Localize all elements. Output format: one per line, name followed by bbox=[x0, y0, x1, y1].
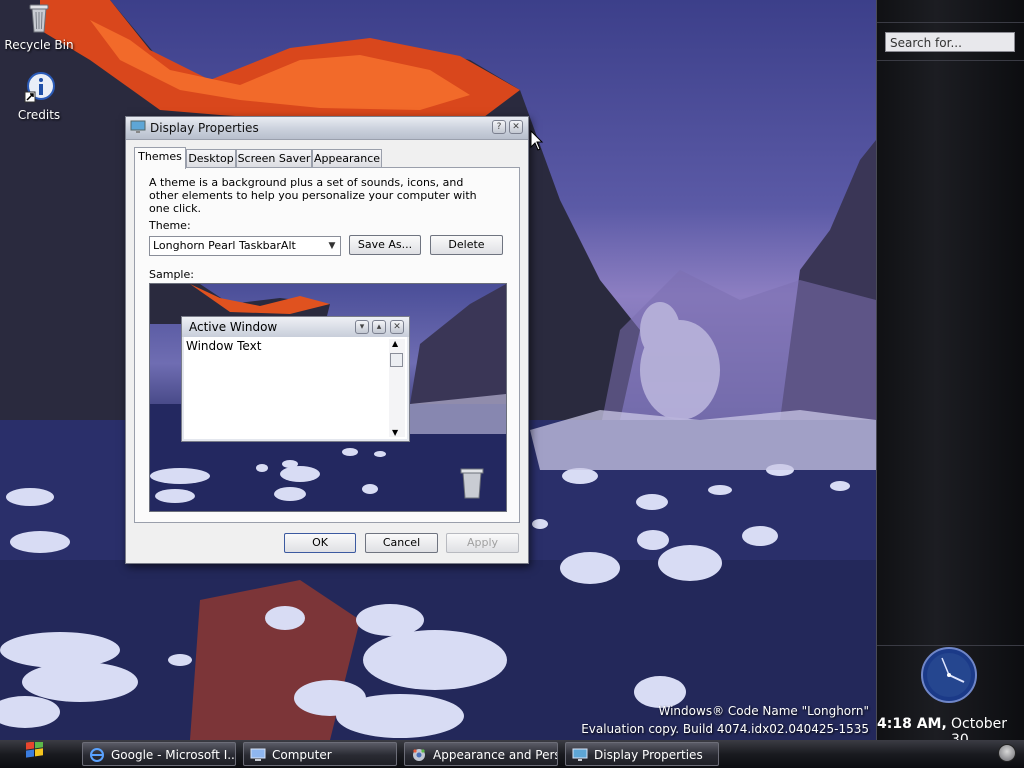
taskbar: Google - Microsoft I... Computer Appeara… bbox=[0, 740, 1024, 768]
save-as-button[interactable]: Save As... bbox=[349, 235, 421, 255]
theme-select[interactable]: Longhorn Pearl TaskbarAlt ▼ bbox=[149, 236, 341, 256]
build-watermark-line2: Evaluation copy. Build 4074.idx02.040425… bbox=[581, 722, 869, 736]
scroll-down-icon: ▼ bbox=[392, 428, 399, 437]
display-icon bbox=[130, 119, 146, 138]
cancel-button[interactable]: Cancel bbox=[365, 533, 438, 553]
tab-appearance[interactable]: Appearance bbox=[312, 149, 382, 167]
ok-button[interactable]: OK bbox=[284, 533, 356, 553]
credits-desktop-icon[interactable]: Credits bbox=[1, 72, 77, 122]
minimize-icon: ▾ bbox=[355, 320, 369, 334]
dialog-titlebar[interactable]: Display Properties ? ✕ bbox=[126, 117, 528, 140]
themes-tab-page: A theme is a background plus a set of so… bbox=[134, 167, 520, 523]
theme-label: Theme: bbox=[149, 219, 191, 232]
close-icon: ✕ bbox=[390, 320, 404, 334]
tab-themes[interactable]: Themes bbox=[134, 147, 186, 169]
analog-clock-icon[interactable] bbox=[920, 646, 978, 704]
info-icon bbox=[23, 72, 55, 104]
tab-screen-saver[interactable]: Screen Saver bbox=[236, 149, 312, 167]
desktop-icon-label: Credits bbox=[17, 108, 61, 122]
taskbar-item-label: Computer bbox=[272, 748, 332, 762]
maximize-icon: ▴ bbox=[372, 320, 386, 334]
apply-button[interactable]: Apply bbox=[446, 533, 519, 553]
close-button[interactable]: ✕ bbox=[509, 120, 523, 134]
recycle-bin-icon bbox=[460, 468, 484, 499]
sidebar-toggle-icon[interactable] bbox=[998, 744, 1016, 762]
theme-select-value: Longhorn Pearl TaskbarAlt bbox=[153, 239, 296, 252]
start-button[interactable] bbox=[2, 740, 72, 766]
desktop-icon-label: Recycle Bin bbox=[4, 38, 74, 52]
windows-logo-icon bbox=[26, 740, 43, 758]
dialog-title: Display Properties bbox=[150, 121, 259, 135]
sample-window-body: Window Text ▲ ▼ bbox=[184, 337, 407, 439]
build-watermark-line1: Windows® Code Name "Longhorn" bbox=[658, 704, 870, 718]
scroll-up-icon: ▲ bbox=[392, 339, 399, 348]
sample-active-window: Active Window ▾ ▴ ✕ Window Text ▲ ▼ bbox=[181, 316, 410, 442]
taskbar-item-label: Display Properties bbox=[594, 748, 703, 762]
sample-window-text: Window Text bbox=[186, 339, 262, 353]
sample-scrollbar: ▲ ▼ bbox=[389, 339, 405, 437]
recycle-bin-desktop-icon[interactable]: Recycle Bin bbox=[1, 2, 77, 52]
sample-label: Sample: bbox=[149, 268, 194, 281]
chevron-down-icon[interactable]: ▼ bbox=[324, 237, 340, 255]
taskbar-item-label: Google - Microsoft I... bbox=[111, 748, 236, 762]
tab-desktop[interactable]: Desktop bbox=[186, 149, 236, 167]
sidebar-divider bbox=[877, 22, 1024, 23]
computer-icon bbox=[250, 747, 266, 763]
scroll-thumb bbox=[390, 353, 403, 367]
appearance-icon bbox=[411, 747, 427, 763]
sidebar: Search for... bbox=[876, 0, 1024, 740]
help-button[interactable]: ? bbox=[492, 120, 506, 134]
taskbar-item-label: Appearance and Pers... bbox=[433, 748, 557, 762]
sidebar-divider bbox=[877, 60, 1024, 61]
clock-time: 4:18 AM, bbox=[877, 716, 947, 732]
display-properties-dialog: Display Properties ? ✕ Themes Desktop Sc… bbox=[125, 116, 529, 564]
ie-icon bbox=[89, 747, 105, 763]
recycle-bin-icon bbox=[23, 2, 55, 34]
mouse-cursor-icon bbox=[530, 129, 544, 155]
sidebar-search-input[interactable]: Search for... bbox=[885, 32, 1015, 52]
taskbar-item-display-properties[interactable]: Display Properties bbox=[565, 742, 719, 766]
theme-description: A theme is a background plus a set of so… bbox=[149, 176, 477, 215]
display-icon bbox=[572, 747, 588, 763]
taskbar-item-computer[interactable]: Computer bbox=[243, 742, 397, 766]
taskbar-item-appearance[interactable]: Appearance and Pers... bbox=[404, 742, 558, 766]
taskbar-item-google[interactable]: Google - Microsoft I... bbox=[82, 742, 236, 766]
delete-button[interactable]: Delete bbox=[430, 235, 503, 255]
theme-sample-preview: Active Window ▾ ▴ ✕ Window Text ▲ ▼ bbox=[149, 283, 507, 512]
